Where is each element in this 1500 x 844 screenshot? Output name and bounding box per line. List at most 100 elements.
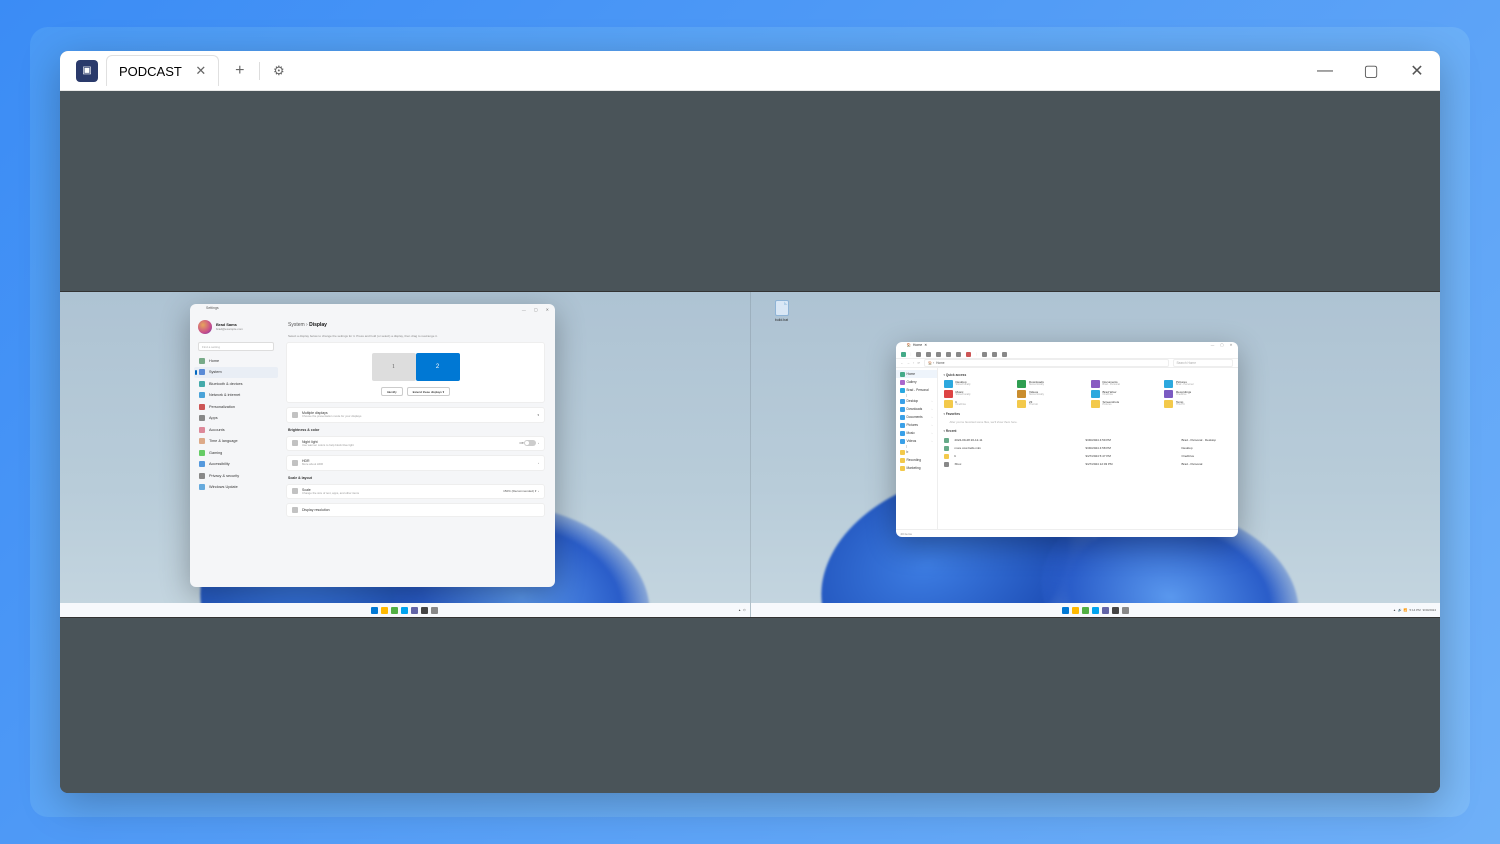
settings-search[interactable]: Find a setting: [198, 342, 274, 351]
system-tray[interactable]: ▲🔊📶 5:14 PM 9/30/2024: [1393, 608, 1436, 612]
quick-screenshots[interactable]: ScreenshotsPictures: [1091, 400, 1159, 408]
nav-apps[interactable]: Apps: [194, 413, 278, 424]
taskbar-icon[interactable]: [411, 607, 418, 614]
taskbar-icon[interactable]: [1082, 607, 1089, 614]
up-icon[interactable]: ↑: [913, 361, 915, 365]
side-documents[interactable]: Documents›: [896, 413, 937, 421]
side-b[interactable]: b: [896, 448, 937, 456]
toolbar-sort[interactable]: [982, 352, 987, 357]
taskbar-icon[interactable]: [1072, 607, 1079, 614]
close-button[interactable]: ✕: [1394, 51, 1440, 91]
quick--[interactable]: 23Thurrott: [1017, 400, 1085, 408]
quick-music[interactable]: MusicStored locally: [944, 390, 1012, 398]
explorer-window[interactable]: 🏠 Home ✕ ― ▢ ✕ || ←→↑⟳ 🏠 › Home Search H…: [896, 342, 1238, 537]
back-icon[interactable]: ←: [901, 361, 904, 365]
favorites-section[interactable]: Favorites: [944, 412, 1232, 416]
toolbar-share[interactable]: [956, 352, 961, 357]
toolbar-copy[interactable]: [926, 352, 931, 357]
quick-downloads[interactable]: DownloadsStored locally: [1017, 380, 1085, 388]
side-gallery[interactable]: Gallery: [896, 378, 937, 386]
quick-temp[interactable]: TempThis PC: [1164, 400, 1232, 408]
quick-brad-wow[interactable]: Brad WowOneDrive: [1091, 390, 1159, 398]
taskbar-1[interactable]: ▲⏻: [60, 603, 750, 617]
nav-windows-update[interactable]: Windows Update: [194, 482, 278, 493]
toolbar-delete[interactable]: [966, 352, 971, 357]
taskbar-icon[interactable]: [401, 607, 408, 614]
close-icon[interactable]: ✕: [1230, 343, 1233, 350]
taskbar-icon[interactable]: [1092, 607, 1099, 614]
quick-access-section[interactable]: Quick access: [944, 373, 1232, 377]
minimize-icon[interactable]: ―: [522, 307, 526, 312]
nav-personalization[interactable]: Personalization: [194, 401, 278, 412]
nav-privacy-security[interactable]: Privacy & security: [194, 470, 278, 481]
taskbar-icon[interactable]: [381, 607, 388, 614]
hdr-row[interactable]: HDRMore about HDR ›: [286, 455, 545, 471]
taskbar-icon[interactable]: [431, 607, 438, 614]
breadcrumb[interactable]: System › Display: [286, 318, 545, 334]
desktop-file-icon[interactable]: build.bat: [769, 300, 795, 322]
taskbar-icon[interactable]: [391, 607, 398, 614]
side-music[interactable]: Music›: [896, 429, 937, 437]
toolbar-filter[interactable]: [1002, 352, 1007, 357]
nav-accounts[interactable]: Accounts: [194, 424, 278, 435]
maximize-icon[interactable]: ▢: [1220, 343, 1223, 350]
side-marketing[interactable]: Marketing: [896, 464, 937, 472]
maximize-button[interactable]: ▢: [1348, 51, 1394, 91]
night-light-row[interactable]: Night lightUse warmer colors to help blo…: [286, 436, 545, 452]
recent-section[interactable]: Recent: [944, 429, 1232, 433]
side-brad-personal[interactable]: Brad - Personal: [896, 386, 937, 394]
identify-button[interactable]: Identify: [381, 387, 403, 396]
side-downloads[interactable]: Downloads›: [896, 405, 937, 413]
toolbar-view[interactable]: [992, 352, 997, 357]
taskbar-icon[interactable]: [1122, 607, 1129, 614]
file-row[interactable]: 2024-09-28 20-12-119/30/2024 4:59 PMBrad…: [944, 436, 1232, 444]
address-path[interactable]: 🏠 › Home: [924, 359, 1168, 367]
new-tab-button[interactable]: +: [231, 62, 249, 80]
nav-gaming[interactable]: Gaming: [194, 447, 278, 458]
taskbar-icon[interactable]: [421, 607, 428, 614]
quick-recordings[interactable]: RecordingsOneDrive: [1164, 390, 1232, 398]
tab-podcast[interactable]: PODCAST ✕: [106, 55, 219, 86]
scale-row[interactable]: ScaleChange the size of text, apps, and …: [286, 484, 545, 500]
display-arrangement[interactable]: 1 2 Identify Extend these displays ▾: [286, 342, 545, 403]
quick-pictures[interactable]: PicturesBrad - Personal: [1164, 380, 1232, 388]
forward-icon[interactable]: →: [907, 361, 910, 365]
file-row[interactable]: Xbox9/27/2024 12:03 PMBrad - Personal: [944, 460, 1232, 468]
taskbar-icon[interactable]: [1102, 607, 1109, 614]
toolbar-paste[interactable]: [936, 352, 941, 357]
side-videos[interactable]: Videos›: [896, 437, 937, 445]
display-1[interactable]: 1: [372, 353, 416, 381]
close-icon[interactable]: ✕: [546, 307, 549, 312]
resolution-row[interactable]: Display resolution: [286, 503, 545, 517]
nav-system[interactable]: System: [194, 367, 278, 378]
user-profile[interactable]: Brad Sams brad@example.com: [194, 318, 278, 340]
explorer-search[interactable]: Search Home: [1173, 359, 1233, 367]
minimize-button[interactable]: ―: [1302, 51, 1348, 91]
multiple-displays-row[interactable]: Multiple displaysChoose the presentation…: [286, 407, 545, 423]
toolbar-new[interactable]: [901, 352, 906, 357]
quick-videos[interactable]: VideosStored locally: [1017, 390, 1085, 398]
taskbar-icon[interactable]: [1112, 607, 1119, 614]
monitor-1[interactable]: Settings ― ▢ ✕ Brad Sams brad@exa: [60, 292, 750, 617]
taskbar-icon[interactable]: [1062, 607, 1069, 614]
explorer-tab[interactable]: 🏠 Home ✕: [901, 342, 934, 348]
side-home[interactable]: Home: [896, 370, 937, 378]
toolbar-rename[interactable]: [946, 352, 951, 357]
nav-network-internet[interactable]: Network & internet: [194, 390, 278, 401]
quick-b[interactable]: bOneDrive: [944, 400, 1012, 408]
maximize-icon[interactable]: ▢: [534, 307, 538, 312]
file-row[interactable]: b9/27/2024 5:47 PMOneDrive: [944, 452, 1232, 460]
side-desktop[interactable]: Desktop›: [896, 397, 937, 405]
nav-home[interactable]: Home: [194, 355, 278, 366]
nav-bluetooth-devices[interactable]: Bluetooth & devices: [194, 378, 278, 389]
taskbar-icon[interactable]: [371, 607, 378, 614]
settings-window[interactable]: Settings ― ▢ ✕ Brad Sams brad@exa: [190, 304, 555, 587]
display-2[interactable]: 2: [416, 353, 460, 381]
extend-dropdown[interactable]: Extend these displays ▾: [407, 387, 451, 396]
nav-accessibility[interactable]: Accessibility: [194, 459, 278, 470]
side-pictures[interactable]: Pictures›: [896, 421, 937, 429]
gear-icon[interactable]: ⚙: [270, 62, 288, 80]
night-light-toggle[interactable]: [524, 440, 536, 446]
side-recording[interactable]: Recording: [896, 456, 937, 464]
taskbar-2[interactable]: ▲🔊📶 5:14 PM 9/30/2024: [751, 603, 1441, 617]
